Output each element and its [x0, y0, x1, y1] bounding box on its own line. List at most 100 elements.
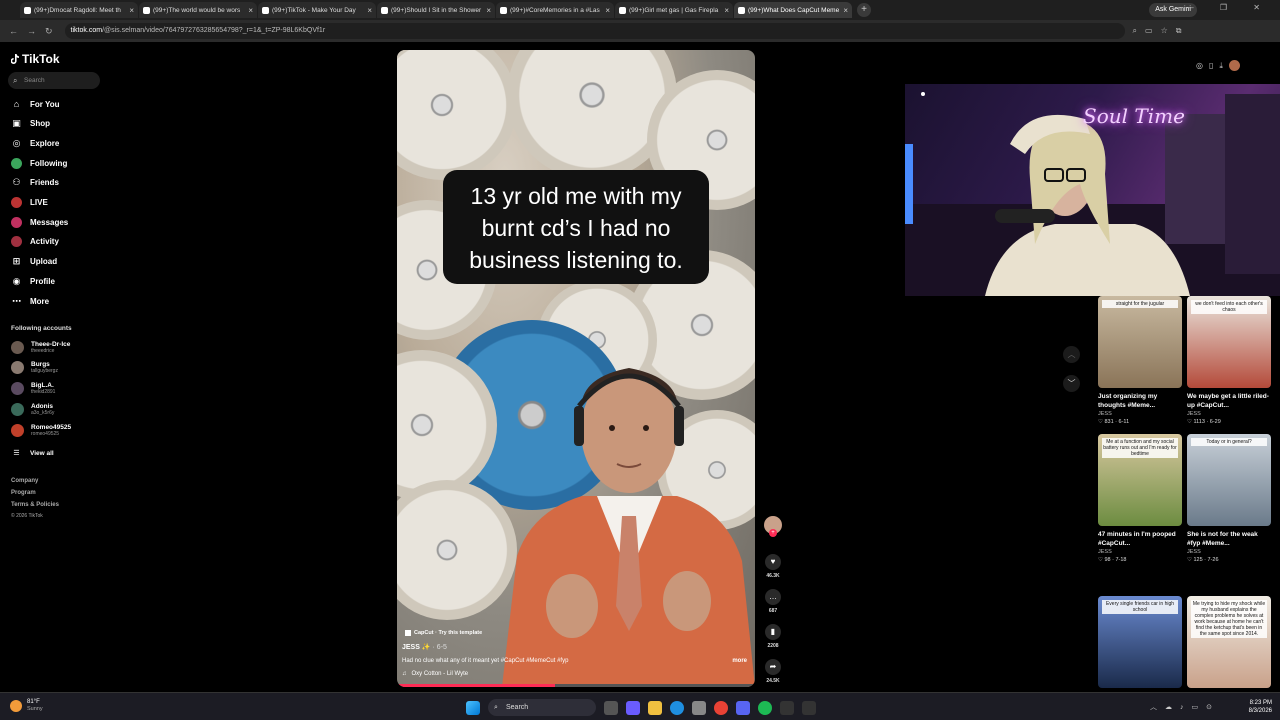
start-button[interactable]	[466, 700, 480, 715]
related-video-card[interactable]: Today or in general? She is not for the w…	[1187, 434, 1271, 563]
close-tab-icon[interactable]: ×	[367, 6, 372, 15]
sidebar-item-more[interactable]: ⋯ More	[11, 294, 49, 308]
related-video-thumbnail[interactable]: we don't feed into each other's chaos	[1187, 296, 1271, 388]
sidebar-item-upload[interactable]: ⊞ Upload	[11, 255, 57, 269]
view-all-label: View all	[30, 449, 54, 457]
following-account[interactable]: Romeo49525 romeo49525	[11, 422, 71, 438]
browser-tab[interactable]: (99+)TikTok - Make Your Day ×	[258, 2, 376, 18]
related-video-thumbnail[interactable]: Me trying to hide my shock while my husb…	[1187, 596, 1271, 688]
chevron-up-icon: ︿	[1067, 350, 1076, 359]
share-icon: ➦	[765, 659, 781, 675]
browser-tab[interactable]: (99+)The world would be wors ×	[139, 2, 257, 18]
close-tab-icon[interactable]: ×	[486, 6, 491, 15]
reload-icon[interactable]: ↻	[45, 26, 53, 37]
task-view-icon[interactable]	[604, 700, 618, 715]
share-button[interactable]: ➦ 24.5K	[762, 659, 784, 684]
back-icon[interactable]: ←	[9, 26, 18, 36]
url-field[interactable]: tiktok.com/@sis.selman/video/76479727632…	[64, 23, 1125, 39]
related-video-card[interactable]: we don't feed into each other's chaos We …	[1187, 296, 1271, 425]
sidebar-item-following[interactable]: Following	[11, 156, 67, 170]
following-account[interactable]: Burgs tallguybergz	[11, 360, 58, 376]
close-tab-icon[interactable]: ×	[724, 6, 729, 15]
browser-tab[interactable]: (99+)Should I Sit in the Shower ×	[377, 2, 495, 18]
next-video-button[interactable]: ﹀	[1063, 375, 1080, 392]
creator-avatar[interactable]: +	[762, 516, 784, 537]
more-icon: ⋯	[12, 295, 21, 306]
video-progress-bar[interactable]	[397, 684, 755, 687]
search-icon: ⌕	[494, 704, 498, 711]
related-video-card[interactable]: Me at a function and my social battery r…	[1098, 434, 1182, 563]
related-video-card[interactable]: straight for the jugular Just organizing …	[1098, 296, 1182, 425]
tiktok-logo[interactable]: TikTok	[11, 52, 60, 66]
capcut-template-link[interactable]: CapCut · Try this template	[405, 630, 482, 636]
close-tab-icon[interactable]: ×	[843, 6, 848, 15]
video-player[interactable]: 13 yr old me with my burnt cd’s I had no…	[397, 50, 755, 687]
device-icon[interactable]: ▯	[1209, 61, 1213, 70]
sidebar-item-explore[interactable]: ◎ Explore	[11, 136, 60, 150]
new-tab-button[interactable]: +	[857, 3, 871, 17]
taskbar-search[interactable]: ⌕ Search	[488, 699, 596, 716]
file-explorer-icon[interactable]	[648, 700, 662, 715]
following-account[interactable]: BigL.A. thekid2891	[11, 381, 55, 397]
profile-icon: ◉	[12, 275, 21, 286]
chrome-icon[interactable]	[714, 700, 728, 715]
activity-icon	[11, 236, 22, 248]
download-icon[interactable]: ⤓	[1219, 61, 1223, 71]
following-account[interactable]: Adonis a3o_k5r6y	[11, 401, 54, 417]
tiktok-logo-icon	[11, 54, 19, 64]
following-account[interactable]: Theee-Dr-Ice theeedrice	[11, 339, 70, 355]
previous-video-button[interactable]: ︿	[1063, 346, 1080, 363]
footer-company[interactable]: Company	[11, 478, 38, 484]
save-count: 2208	[767, 643, 779, 649]
sidebar-item-live[interactable]: LIVE	[11, 196, 48, 210]
footer-terms[interactable]: Terms & Policies	[11, 502, 59, 508]
video-author[interactable]: JESS ✨ · 6-5	[402, 643, 447, 651]
related-video-thumbnail[interactable]: Me at a function and my social battery r…	[1098, 434, 1182, 526]
footer-program[interactable]: Program	[11, 490, 36, 496]
related-video-thumbnail[interactable]: Today or in general?	[1187, 434, 1271, 526]
toolbar-icons[interactable]: ⌕▭☆⧉	[1133, 26, 1190, 36]
like-count: 46.3K	[766, 573, 780, 579]
sidebar-item-for-you[interactable]: ⌂ For You	[11, 97, 60, 111]
related-video-thumbnail[interactable]: straight for the jugular	[1098, 296, 1182, 388]
related-video-thumbnail[interactable]: Every single friends car in high school	[1098, 596, 1182, 688]
sidebar-item-friends[interactable]: ⚇ Friends	[11, 176, 58, 190]
browser-tab[interactable]: (99+)Girl met gas | Gas Firepla ×	[615, 2, 733, 18]
profile-avatar[interactable]	[1228, 60, 1240, 71]
search-input[interactable]: ⌕ Search	[8, 72, 100, 89]
sidebar-item-activity[interactable]: Activity	[11, 235, 59, 249]
close-tab-icon[interactable]: ×	[605, 6, 610, 15]
close-tab-icon[interactable]: ×	[129, 6, 134, 15]
window-controls[interactable]: — ❐ ✕	[1186, 3, 1272, 12]
copilot-icon[interactable]	[626, 700, 640, 715]
system-tray[interactable]: ︿☁♪▭⊙	[1150, 702, 1220, 712]
obs-icon[interactable]	[802, 700, 816, 715]
app-icon[interactable]	[780, 700, 794, 715]
sidebar-item-profile[interactable]: ◉ Profile	[11, 274, 55, 288]
weather-widget[interactable]: 81°F Sunny	[10, 699, 43, 713]
video-music[interactable]: ♫ Oxy Cotton - Lil Wyte	[402, 671, 468, 677]
coin-icon[interactable]: ◎	[1196, 61, 1203, 70]
edge-icon[interactable]	[670, 700, 684, 715]
taskbar-search-label: Search	[506, 704, 529, 711]
discord-icon[interactable]	[736, 700, 750, 715]
browser-tab[interactable]: (99+)What Does CapCut Meme ×	[734, 2, 852, 18]
follow-plus-icon[interactable]: +	[769, 529, 777, 537]
spotify-icon[interactable]	[758, 700, 772, 715]
clock[interactable]: 8:23 PM 8/3/2026	[1249, 699, 1272, 715]
close-tab-icon[interactable]: ×	[248, 6, 253, 15]
more-button[interactable]: more	[732, 658, 747, 664]
view-all-link[interactable]: ☰ View all	[11, 446, 54, 460]
browser-tab[interactable]: (99+)#CoreMemories in a #Las ×	[496, 2, 614, 18]
save-button[interactable]: ▮ 2208	[762, 624, 784, 649]
store-icon[interactable]	[692, 700, 706, 715]
like-button[interactable]: ♥ 46.3K	[762, 554, 784, 579]
comment-button[interactable]: … 687	[762, 589, 784, 614]
browser-tab[interactable]: (99+)Dmocat Ragdoll: Meet th ×	[20, 2, 138, 18]
sidebar-item-messages[interactable]: Messages	[11, 215, 68, 229]
related-video-card[interactable]: Me trying to hide my shock while my husb…	[1187, 596, 1271, 688]
related-video-card[interactable]: Every single friends car in high school	[1098, 596, 1182, 688]
sidebar-item-shop[interactable]: ▣ Shop	[11, 117, 50, 131]
following-icon	[11, 157, 22, 169]
forward-icon[interactable]: →	[27, 26, 36, 36]
